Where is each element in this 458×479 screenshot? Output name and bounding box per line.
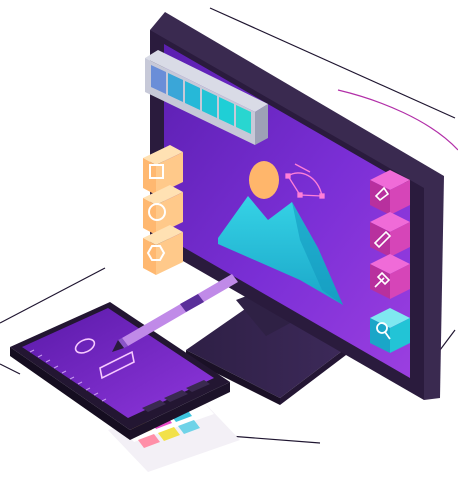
- design-workstation-illustration: [0, 0, 458, 479]
- sun-icon: [249, 161, 279, 199]
- shape-tools: [143, 145, 183, 275]
- side-tools: [370, 170, 410, 353]
- hexagon-tool-block: [143, 225, 183, 275]
